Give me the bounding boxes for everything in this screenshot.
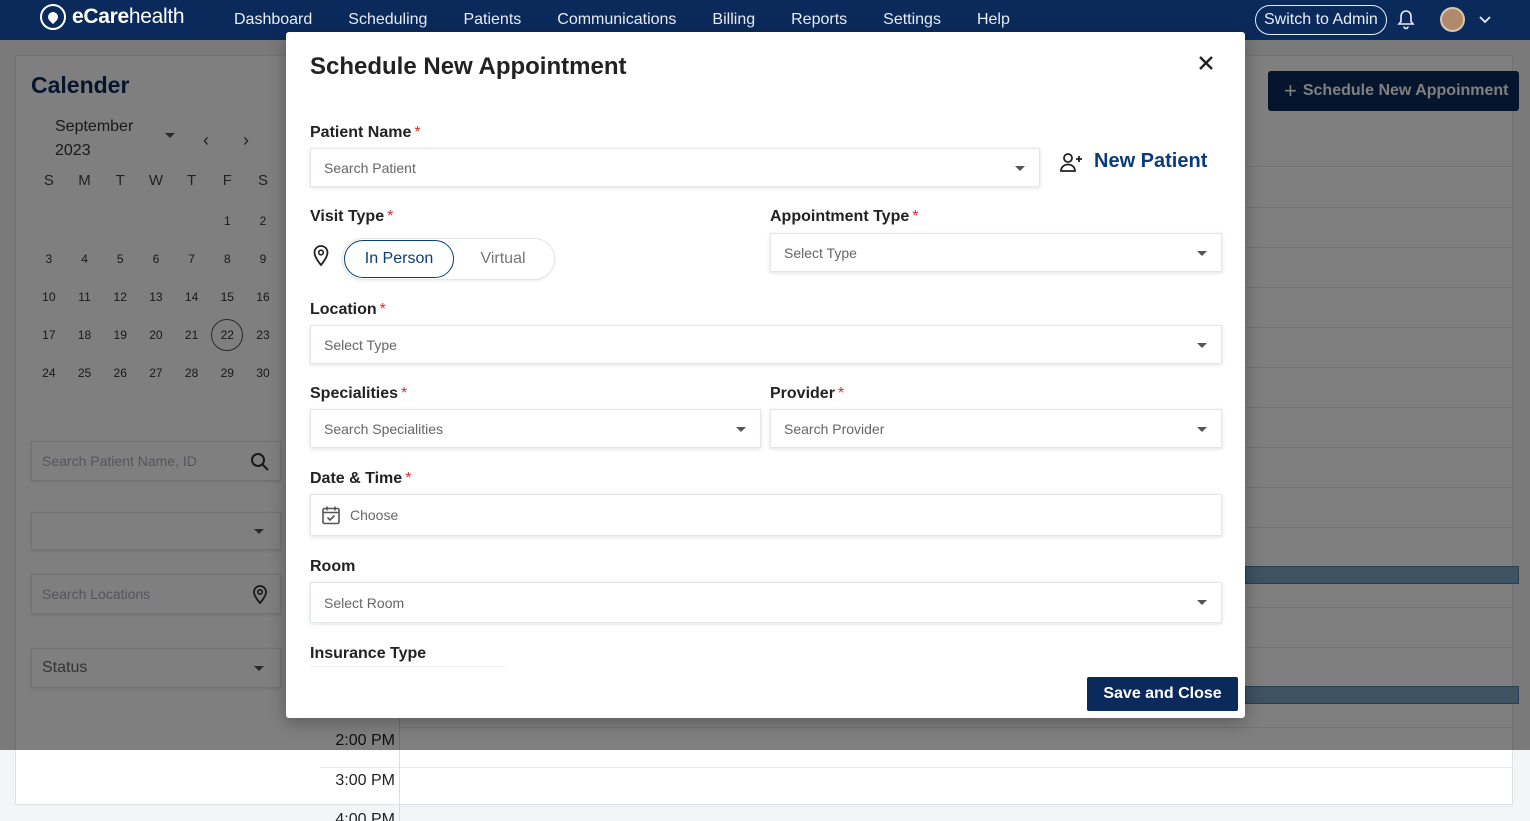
required-mark: * bbox=[401, 385, 408, 402]
label-text: Provider bbox=[770, 385, 835, 402]
label-text: Visit Type bbox=[310, 208, 385, 225]
caret-down-icon bbox=[736, 427, 746, 432]
caret-down-icon bbox=[1197, 600, 1207, 605]
required-mark: * bbox=[405, 470, 412, 487]
appointment-type-label: Appointment Type * bbox=[770, 208, 918, 226]
in-person-option[interactable]: In Person bbox=[344, 240, 454, 278]
user-avatar[interactable] bbox=[1440, 7, 1465, 32]
nav-dashboard[interactable]: Dashboard bbox=[234, 11, 312, 29]
required-mark: * bbox=[912, 208, 919, 225]
add-user-icon bbox=[1060, 152, 1082, 172]
visit-type-label: Visit Type * bbox=[310, 208, 393, 226]
provider-placeholder: Search Provider bbox=[784, 420, 885, 437]
time-grid-line bbox=[400, 806, 1513, 807]
provider-dropdown[interactable]: Search Provider bbox=[770, 409, 1222, 448]
virtual-option[interactable]: Virtual bbox=[463, 240, 543, 278]
date-time-picker[interactable]: Choose bbox=[310, 494, 1222, 536]
switch-to-admin-button[interactable]: Switch to Admin bbox=[1255, 5, 1387, 35]
nav-communications[interactable]: Communications bbox=[557, 11, 676, 29]
brand-name-bold: eCare bbox=[72, 5, 129, 28]
specialities-dropdown[interactable]: Search Specialities bbox=[310, 409, 761, 448]
required-mark: * bbox=[414, 124, 421, 141]
label-text: Location bbox=[310, 301, 377, 318]
label-text: Patient Name bbox=[310, 124, 412, 141]
save-and-close-button[interactable]: Save and Close bbox=[1087, 677, 1238, 711]
room-dropdown[interactable]: Select Room bbox=[310, 582, 1222, 623]
bell-icon[interactable] bbox=[1397, 9, 1415, 31]
nav-billing[interactable]: Billing bbox=[712, 11, 755, 29]
location-dropdown[interactable]: Select Type bbox=[310, 325, 1222, 364]
date-time-label: Date & Time * bbox=[310, 470, 411, 488]
caret-down-icon bbox=[1197, 427, 1207, 432]
nav-settings[interactable]: Settings bbox=[883, 11, 941, 29]
close-icon[interactable] bbox=[1195, 52, 1217, 74]
room-placeholder: Select Room bbox=[324, 594, 405, 611]
nav-patients[interactable]: Patients bbox=[463, 11, 521, 29]
modal-title: Schedule New Appointment bbox=[310, 53, 627, 80]
time-label: 3:00 PM bbox=[335, 772, 395, 789]
caret-down-icon bbox=[1197, 343, 1207, 348]
caret-down-icon bbox=[1197, 251, 1207, 256]
label-text: Appointment Type bbox=[770, 208, 910, 225]
nav-scheduling[interactable]: Scheduling bbox=[348, 11, 427, 29]
insurance-field-edge bbox=[310, 666, 505, 667]
nav-reports[interactable]: Reports bbox=[791, 11, 847, 29]
brand-name-light: health bbox=[128, 5, 185, 28]
time-label: 4:00 PM bbox=[335, 811, 395, 821]
visit-type-toggle: In Person Virtual bbox=[342, 238, 555, 280]
time-grid-line bbox=[320, 767, 1513, 768]
date-time-placeholder: Choose bbox=[350, 507, 399, 523]
brand-logo[interactable]: eCare health bbox=[40, 4, 185, 30]
label-text: Specialities bbox=[310, 385, 399, 402]
nav-help[interactable]: Help bbox=[977, 11, 1010, 29]
calendar-check-icon bbox=[322, 506, 340, 525]
new-patient-label: New Patient bbox=[1094, 150, 1208, 172]
required-mark: * bbox=[387, 208, 394, 225]
label-text: Date & Time bbox=[310, 470, 403, 487]
insurance-type-label: Insurance Type bbox=[310, 645, 427, 662]
location-label: Location * bbox=[310, 301, 386, 319]
new-patient-button[interactable]: New Patient bbox=[1060, 150, 1207, 173]
specialities-label: Specialities * bbox=[310, 385, 407, 403]
chevron-down-icon[interactable] bbox=[1478, 13, 1492, 27]
patient-placeholder: Search Patient bbox=[324, 159, 416, 176]
room-label: Room bbox=[310, 558, 356, 575]
heart-logo-icon bbox=[40, 4, 66, 30]
caret-down-icon bbox=[1015, 166, 1025, 171]
required-mark: * bbox=[837, 385, 845, 402]
required-mark: * bbox=[379, 301, 386, 318]
appointment-type-placeholder: Select Type bbox=[784, 244, 857, 261]
patient-name-label: Patient Name * bbox=[310, 124, 421, 142]
schedule-appointment-modal: Schedule New Appointment Patient Name * S… bbox=[286, 32, 1245, 718]
appointment-type-dropdown[interactable]: Select Type bbox=[770, 233, 1222, 272]
patient-search-dropdown[interactable]: Search Patient bbox=[310, 148, 1040, 187]
provider-label: Provider * bbox=[770, 385, 844, 403]
specialities-placeholder: Search Specialities bbox=[324, 420, 444, 437]
location-placeholder: Select Type bbox=[324, 336, 397, 353]
location-pin-icon bbox=[313, 245, 329, 267]
